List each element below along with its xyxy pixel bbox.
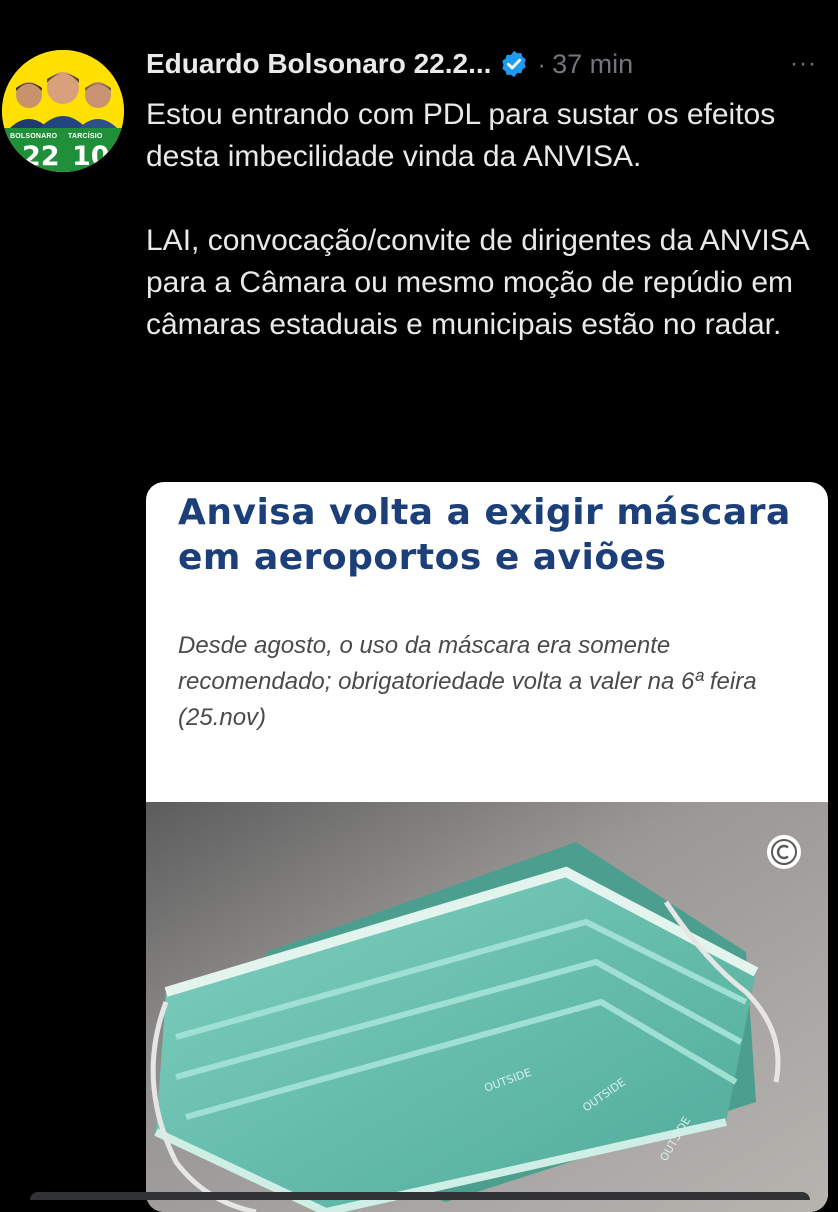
- avatar-tag-left: BOLSONARO: [10, 133, 58, 140]
- image-card[interactable]: Anvisa volta a exigir máscara em aeropor…: [146, 482, 828, 1212]
- tweet-paragraph-1: Estou entrando com PDL para sustar os ef…: [146, 98, 776, 173]
- avatar[interactable]: BOLSONARO TARCÍSIO 22 10: [2, 50, 124, 172]
- mask-photo: OUTSIDE OUTSIDE OUTSIDE: [146, 802, 828, 1212]
- avatar-number-right: 10: [72, 141, 110, 172]
- author-name[interactable]: Eduardo Bolsonaro 22.2...: [146, 48, 491, 80]
- card-headline: Anvisa volta a exigir máscara em aeropor…: [178, 492, 791, 578]
- tweet-text: Estou entrando com PDL para sustar os ef…: [146, 94, 826, 346]
- bottom-bar: [30, 1192, 810, 1200]
- header-separator: ·: [537, 48, 547, 79]
- avatar-number-left: 22: [22, 141, 60, 172]
- copyright-icon: [766, 834, 802, 870]
- tweet-header: Eduardo Bolsonaro 22.2... · 37 min: [146, 44, 633, 84]
- verified-badge-icon[interactable]: [499, 49, 529, 79]
- more-icon[interactable]: ···: [790, 44, 826, 84]
- avatar-tag-right: TARCÍSIO: [68, 133, 103, 140]
- tweet[interactable]: BOLSONARO TARCÍSIO 22 10 Eduardo Bolsona…: [0, 0, 838, 1212]
- tweet-timestamp[interactable]: 37 min: [552, 49, 633, 80]
- tweet-paragraph-2: LAI, convocação/convite de dirigentes da…: [146, 224, 809, 341]
- card-subtitle: Desde agosto, o uso da máscara era somen…: [178, 632, 757, 731]
